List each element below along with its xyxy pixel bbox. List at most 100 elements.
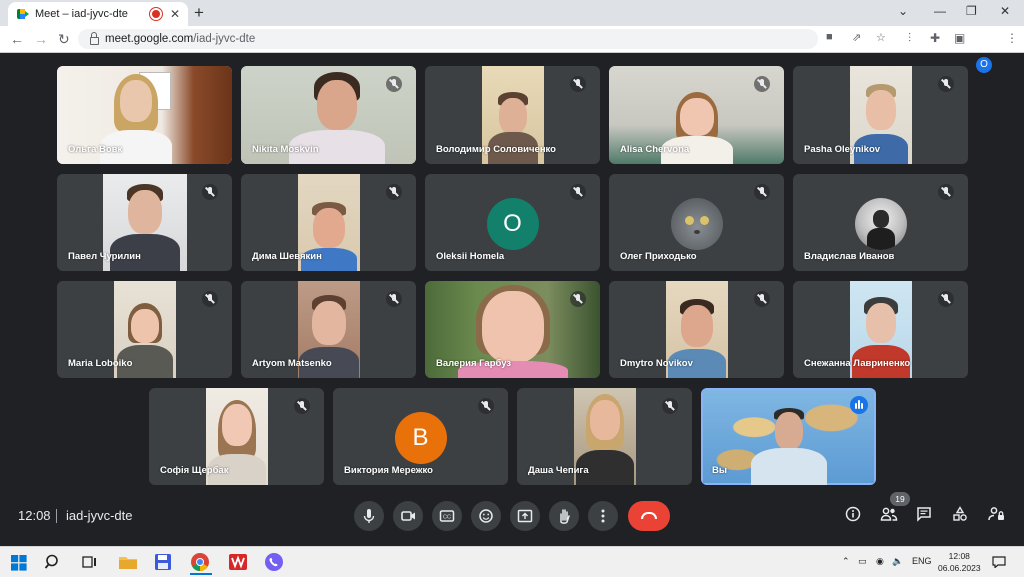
system-clock[interactable]: 12:08 06.06.2023	[938, 550, 981, 574]
meet-favicon	[17, 9, 29, 19]
muted-mic-icon	[570, 291, 586, 307]
muted-mic-icon	[938, 184, 954, 200]
windows-start-icon[interactable]	[10, 551, 32, 573]
participant-tile[interactable]: Dmytro Novikov	[609, 281, 784, 378]
tray-overflow-icon[interactable]: ⌃	[842, 556, 850, 567]
participant-tile[interactable]: Владислав Иванов	[793, 174, 968, 271]
chat-button[interactable]	[916, 506, 932, 525]
participant-tile[interactable]: Снежанна Лавриненко	[793, 281, 968, 378]
participant-tile[interactable]: В Виктория Мережко	[333, 388, 508, 485]
participant-name: Софія Щербак	[160, 465, 229, 476]
meeting-details-button[interactable]	[845, 506, 861, 525]
url-host: meet.google.com	[105, 33, 194, 45]
participant-tile[interactable]: Maria Loboiko	[57, 281, 232, 378]
captions-icon: CC	[439, 510, 455, 522]
participant-name: Dmytro Novikov	[620, 358, 693, 369]
participant-tile[interactable]: Artyom Matsenko	[241, 281, 416, 378]
participant-name: Oleksii Homela	[436, 251, 505, 262]
participant-tile[interactable]: Павел Чурилин	[57, 174, 232, 271]
people-button[interactable]	[880, 506, 898, 525]
participant-tile[interactable]: Олег Приходько	[609, 174, 784, 271]
close-window-icon[interactable]: ✕	[1000, 4, 1010, 18]
emoji-icon	[479, 509, 493, 523]
minimize-icon[interactable]: —	[934, 4, 946, 18]
microphone-button[interactable]	[354, 501, 384, 531]
participant-tile[interactable]: Alisa Chervona	[609, 66, 784, 164]
notifications-icon[interactable]	[992, 556, 1006, 570]
language-indicator[interactable]: ENG	[912, 556, 932, 566]
network-icon[interactable]: ◉	[876, 556, 884, 567]
new-tab-icon[interactable]: +	[194, 3, 204, 23]
divider	[56, 509, 57, 523]
cat-avatar	[670, 198, 723, 250]
chrome-icon[interactable]	[190, 551, 212, 575]
lock-icon[interactable]	[90, 31, 99, 45]
participant-tile[interactable]: O Oleksii Homela	[425, 174, 600, 271]
participant-tile[interactable]: Nikita Moskvin	[241, 66, 416, 164]
volume-icon[interactable]: 🔈	[892, 556, 903, 567]
sidepanel-icon[interactable]: ▣	[954, 31, 965, 45]
muted-mic-icon	[570, 184, 586, 200]
participant-name: Виктория Мережко	[344, 465, 433, 476]
muted-mic-icon	[478, 398, 494, 414]
activities-button[interactable]	[952, 506, 968, 525]
self-tile[interactable]: Вы	[701, 388, 876, 485]
clock-time: 12:08	[948, 551, 970, 561]
participant-tile[interactable]: Даша Чепига	[517, 388, 692, 485]
raise-hand-button[interactable]	[549, 501, 579, 531]
tab-title: Meet – iad-jyvc-dte	[35, 8, 128, 20]
extensions-icon[interactable]: ✚	[930, 31, 940, 45]
participant-tile[interactable]: Ольга Вовк	[57, 66, 232, 164]
address-bar[interactable]: meet.google.com/iad-jyvc-dte	[78, 29, 818, 49]
speaking-indicator-icon	[850, 396, 868, 414]
participant-tile[interactable]: Pasha Oleynikov	[793, 66, 968, 164]
browser-tab[interactable]: Meet – iad-jyvc-dte ✕	[8, 2, 188, 26]
participant-name: Ольга Вовк	[68, 144, 123, 155]
restore-icon[interactable]: ❐	[966, 4, 977, 18]
participant-name: Владислав Иванов	[804, 251, 895, 262]
battery-icon[interactable]: ▭	[858, 556, 867, 567]
captions-button[interactable]: CC	[432, 501, 462, 531]
more-options-button[interactable]	[588, 501, 618, 531]
red-app-icon[interactable]	[228, 551, 250, 573]
viber-icon[interactable]	[264, 551, 286, 573]
save-floppy-icon[interactable]	[154, 551, 176, 573]
share-icon[interactable]: ⇗	[852, 31, 861, 44]
muted-mic-icon	[938, 76, 954, 92]
participant-tile[interactable]: Володимир Соловиченко	[425, 66, 600, 164]
participant-count-badge: 19	[890, 492, 910, 506]
participant-avatar: В	[394, 412, 447, 464]
reload-icon[interactable]: ↻	[58, 31, 70, 48]
forward-icon[interactable]: →	[34, 31, 48, 47]
star-icon[interactable]: ☆	[876, 31, 886, 44]
leave-call-button[interactable]	[628, 501, 670, 531]
participant-name: Alisa Chervona	[620, 144, 690, 155]
tab-search-icon[interactable]: ⌄	[898, 4, 908, 18]
back-icon[interactable]: ←	[10, 31, 24, 47]
recording-indicator-icon	[151, 10, 160, 18]
participant-name: Валерия Гарбуз	[436, 358, 512, 369]
host-controls-button[interactable]	[988, 506, 1006, 525]
participant-name: Pasha Oleynikov	[804, 144, 881, 155]
search-icon[interactable]	[44, 551, 66, 573]
participant-tile[interactable]: Софія Щербак	[149, 388, 324, 485]
present-screen-icon	[517, 509, 533, 523]
muted-mic-icon	[754, 184, 770, 200]
tab-close-icon[interactable]: ✕	[170, 7, 180, 21]
url-path: /iad-jyvc-dte	[193, 33, 256, 45]
camera-button[interactable]	[393, 501, 423, 531]
present-button[interactable]	[510, 501, 540, 531]
more-vert-icon	[601, 509, 605, 523]
menu-icon[interactable]: ⋮	[1006, 31, 1018, 45]
pin-icon[interactable]: ⫶	[908, 31, 911, 46]
reactions-button[interactable]	[471, 501, 501, 531]
file-explorer-icon[interactable]	[118, 551, 140, 573]
camera-icon[interactable]: ■	[826, 31, 833, 43]
muted-mic-icon	[662, 398, 678, 414]
participant-tile[interactable]: Дима Шевякин	[241, 174, 416, 271]
muted-mic-icon	[754, 291, 770, 307]
task-view-icon[interactable]	[80, 551, 102, 573]
participant-tile[interactable]: Валерия Гарбуз	[425, 281, 600, 378]
profile-avatar[interactable]: O	[976, 57, 992, 73]
muted-mic-icon	[294, 398, 310, 414]
